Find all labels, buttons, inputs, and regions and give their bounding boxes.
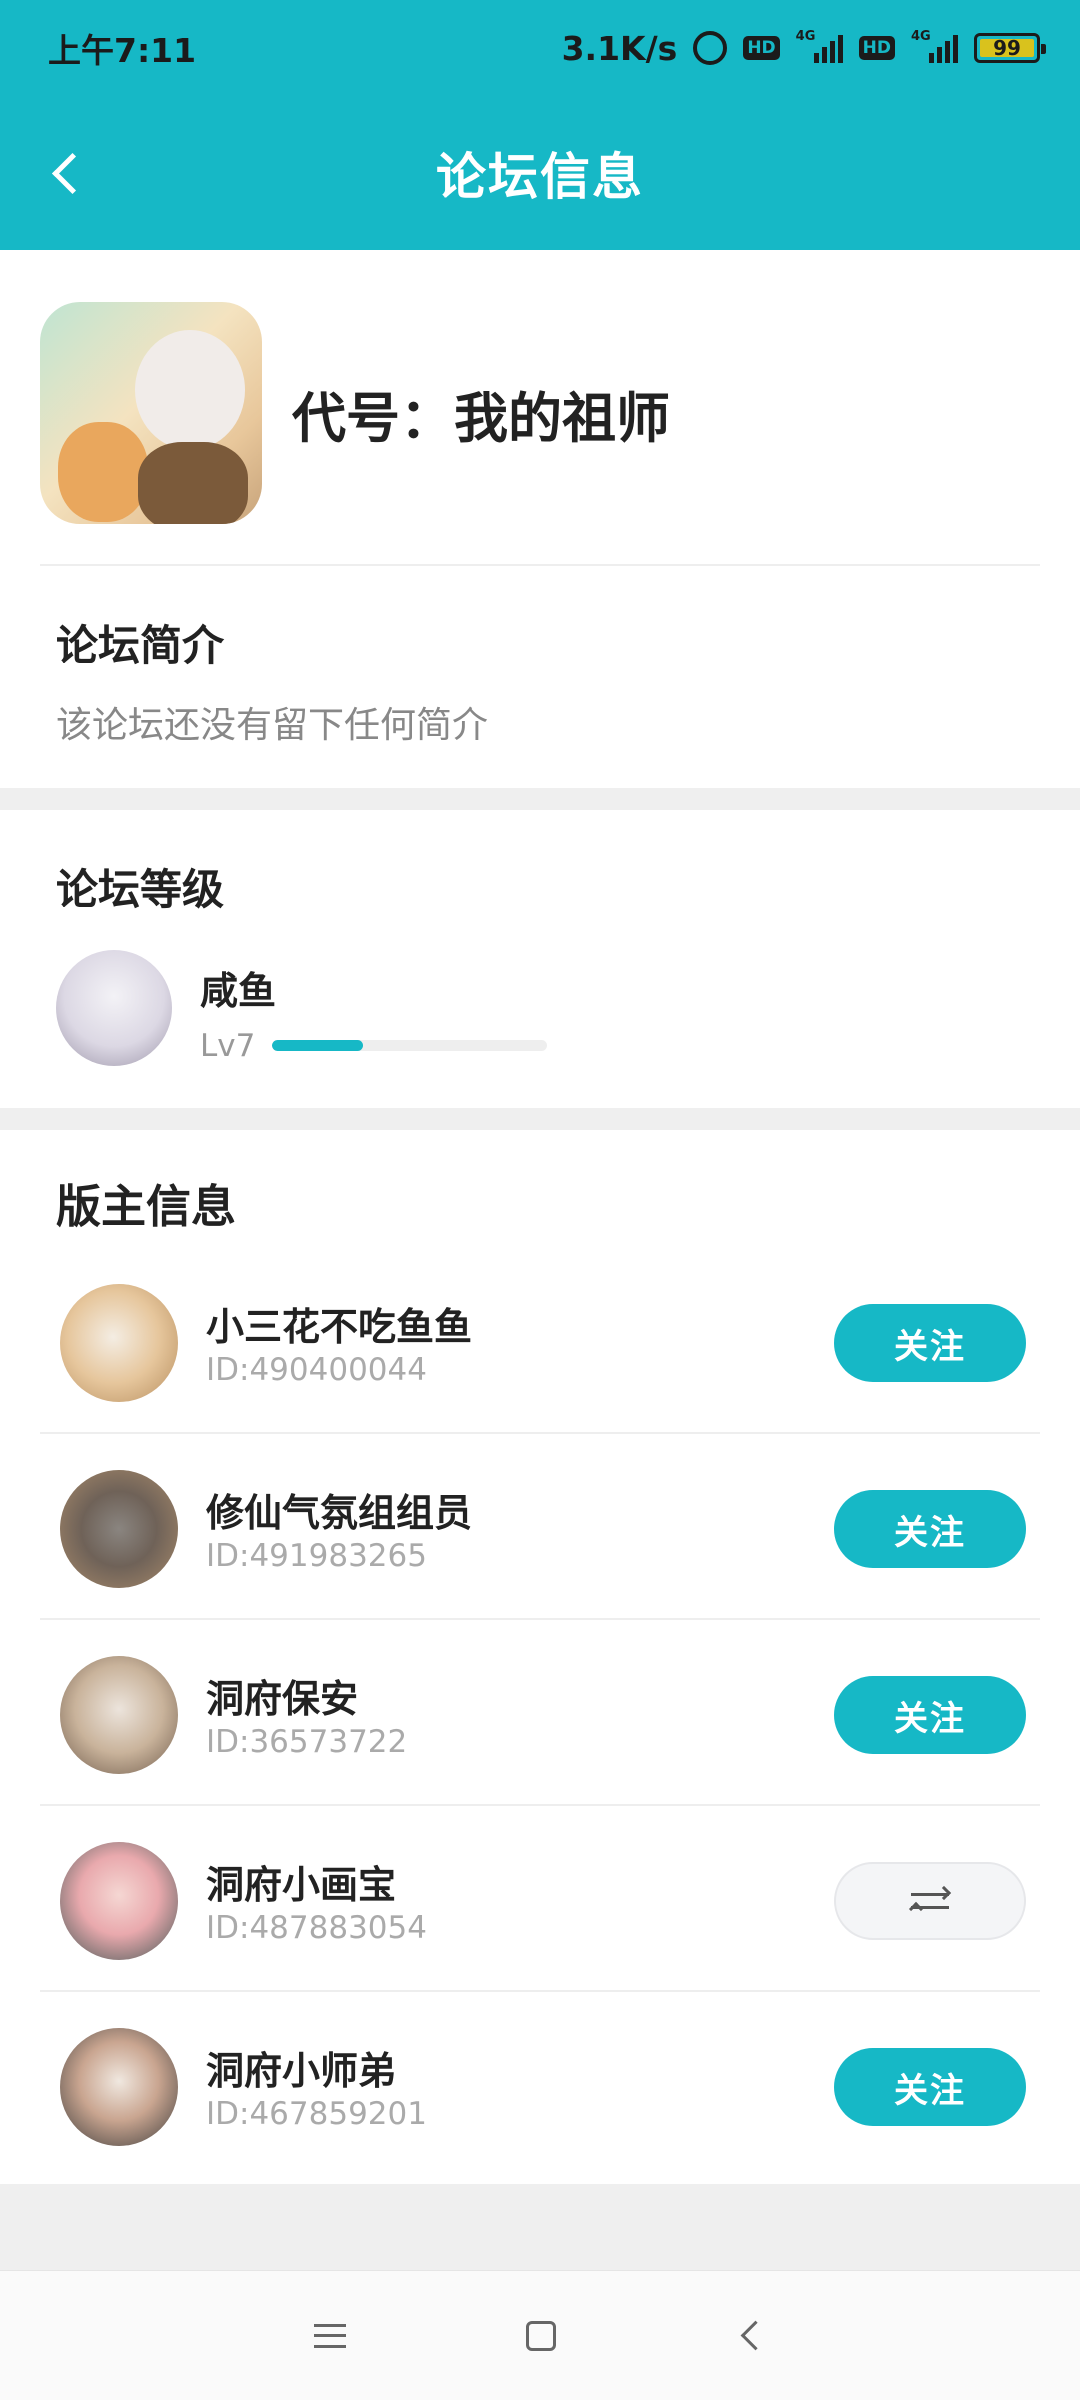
moderator-row[interactable]: 修仙气氛组组员 ID:491983265 关注 <box>40 1434 1040 1620</box>
divider <box>40 564 1040 566</box>
forum-info-card: 代号：我的祖师 论坛简介 该论坛还没有留下任何简介 <box>0 250 1080 788</box>
hd-icon: HD <box>858 36 895 60</box>
avatar <box>60 1842 178 1960</box>
level-title: 论坛等级 <box>56 865 225 914</box>
menu-icon[interactable] <box>314 2323 346 2348</box>
moderator-row[interactable]: 洞府小师弟 ID:467859201 关注 <box>40 1992 1040 2178</box>
level-progress-bar <box>272 1040 547 1051</box>
moderator-id: ID:491983265 <box>206 1538 427 1574</box>
moderator-id: ID:467859201 <box>206 2096 427 2132</box>
forum-header: 代号：我的祖师 <box>40 302 670 524</box>
moderator-title: 版主信息 <box>56 1180 237 1233</box>
status-bar: 上午7:11 3.1K/s HD 4G HD 4G 99 <box>0 0 1080 96</box>
net-type-label: 4G <box>911 29 931 44</box>
avatar <box>60 2028 178 2146</box>
hd-icon: HD <box>743 36 780 60</box>
follow-button[interactable]: 关注 <box>834 1304 1026 1382</box>
moderator-id: ID:487883054 <box>206 1910 427 1946</box>
system-nav-bar <box>0 2270 1080 2400</box>
moderator-name: 修仙气氛组组员 <box>206 1491 473 1535</box>
battery-icon: 99 <box>974 33 1046 63</box>
follow-button[interactable]: 关注 <box>834 1490 1026 1568</box>
moderator-name: 小三花不吃鱼鱼 <box>206 1305 473 1349</box>
back-icon[interactable] <box>736 2321 766 2351</box>
moderator-row[interactable]: 洞府保安 ID:36573722 关注 <box>40 1620 1040 1806</box>
moderator-row[interactable]: 小三花不吃鱼鱼 ID:490400044 关注 <box>40 1248 1040 1434</box>
level-number: Lv7 <box>200 1028 256 1064</box>
signal-icon: 4G <box>796 29 843 63</box>
swap-button[interactable] <box>834 1862 1026 1940</box>
avatar <box>60 1470 178 1588</box>
alarm-icon <box>693 31 728 65</box>
back-arrow-icon[interactable] <box>42 143 92 203</box>
page-title: 论坛信息 <box>436 148 644 206</box>
level-avatar <box>56 950 172 1066</box>
intro-title: 论坛简介 <box>56 621 225 670</box>
moderator-row[interactable]: 洞府小画宝 ID:487883054 <box>40 1806 1040 1992</box>
moderator-name: 洞府保安 <box>206 1677 359 1721</box>
net-type-label: 4G <box>795 29 816 44</box>
forum-avatar <box>40 302 262 524</box>
forum-level-card: 论坛等级 咸鱼 Lv7 <box>0 810 1080 1108</box>
battery-level: 99 <box>993 36 1021 60</box>
moderator-id: ID:490400044 <box>206 1352 427 1388</box>
app-header: 论坛信息 <box>0 96 1080 250</box>
follow-button[interactable]: 关注 <box>834 2048 1026 2126</box>
status-icons: 3.1K/s HD 4G HD 4G 99 <box>561 28 1046 68</box>
avatar <box>60 1284 178 1402</box>
swap-icon <box>908 1885 952 1917</box>
signal-icon: 4G <box>911 29 958 63</box>
moderator-id: ID:36573722 <box>206 1724 408 1760</box>
level-name: 咸鱼 <box>200 969 277 1013</box>
home-icon[interactable] <box>526 2320 556 2351</box>
net-speed: 3.1K/s <box>561 28 678 68</box>
intro-text: 该论坛还没有留下任何简介 <box>56 705 489 746</box>
level-progress-fill <box>272 1040 363 1051</box>
moderator-name: 洞府小师弟 <box>206 2049 397 2093</box>
status-time: 上午7:11 <box>48 31 197 70</box>
forum-name: 代号：我的祖师 <box>292 386 670 450</box>
moderator-name: 洞府小画宝 <box>206 1863 397 1907</box>
follow-button[interactable]: 关注 <box>834 1676 1026 1754</box>
avatar <box>60 1656 178 1774</box>
moderator-card: 版主信息 小三花不吃鱼鱼 ID:490400044 关注 修仙气氛组组员 ID:… <box>0 1130 1080 2184</box>
